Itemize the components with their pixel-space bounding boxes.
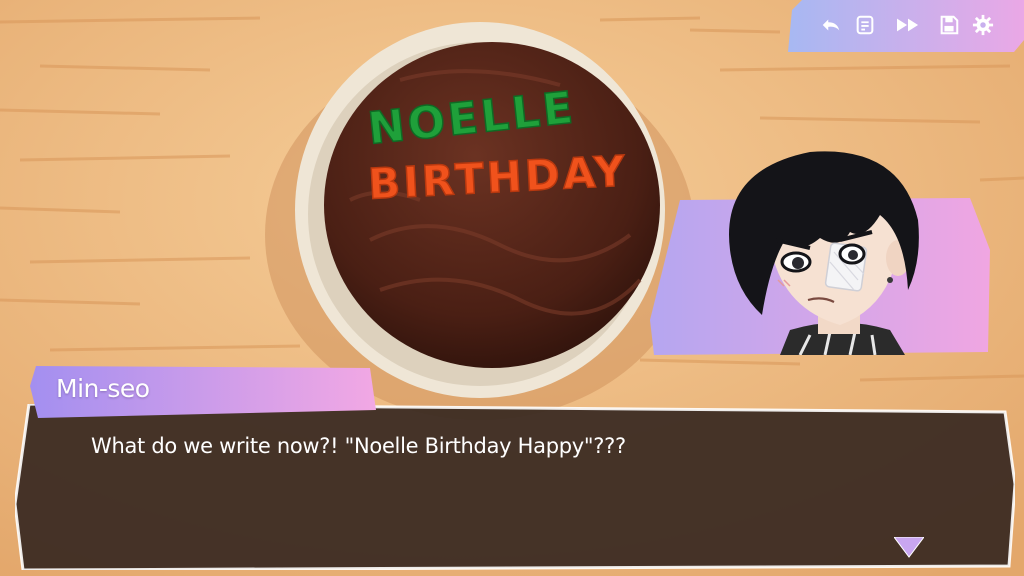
history-log-button[interactable] (852, 12, 878, 38)
advance-arrow-icon[interactable] (894, 537, 924, 559)
settings-button[interactable] (970, 12, 996, 38)
character-portrait (650, 151, 990, 355)
save-button[interactable] (936, 12, 962, 38)
quick-menu-toolbar (788, 0, 1024, 52)
gear-icon (972, 14, 994, 36)
rewind-button[interactable] (818, 12, 844, 38)
fast-forward-button[interactable] (892, 12, 924, 38)
rewind-icon (822, 19, 840, 31)
dialogue-box[interactable] (15, 404, 1015, 570)
history-log-icon (856, 15, 874, 35)
dialogue-text: What do we write now?! "Noelle Birthday … (91, 434, 626, 458)
fast-forward-icon (897, 18, 919, 32)
speaker-name: Min-seo (56, 374, 150, 403)
save-icon (940, 15, 959, 35)
